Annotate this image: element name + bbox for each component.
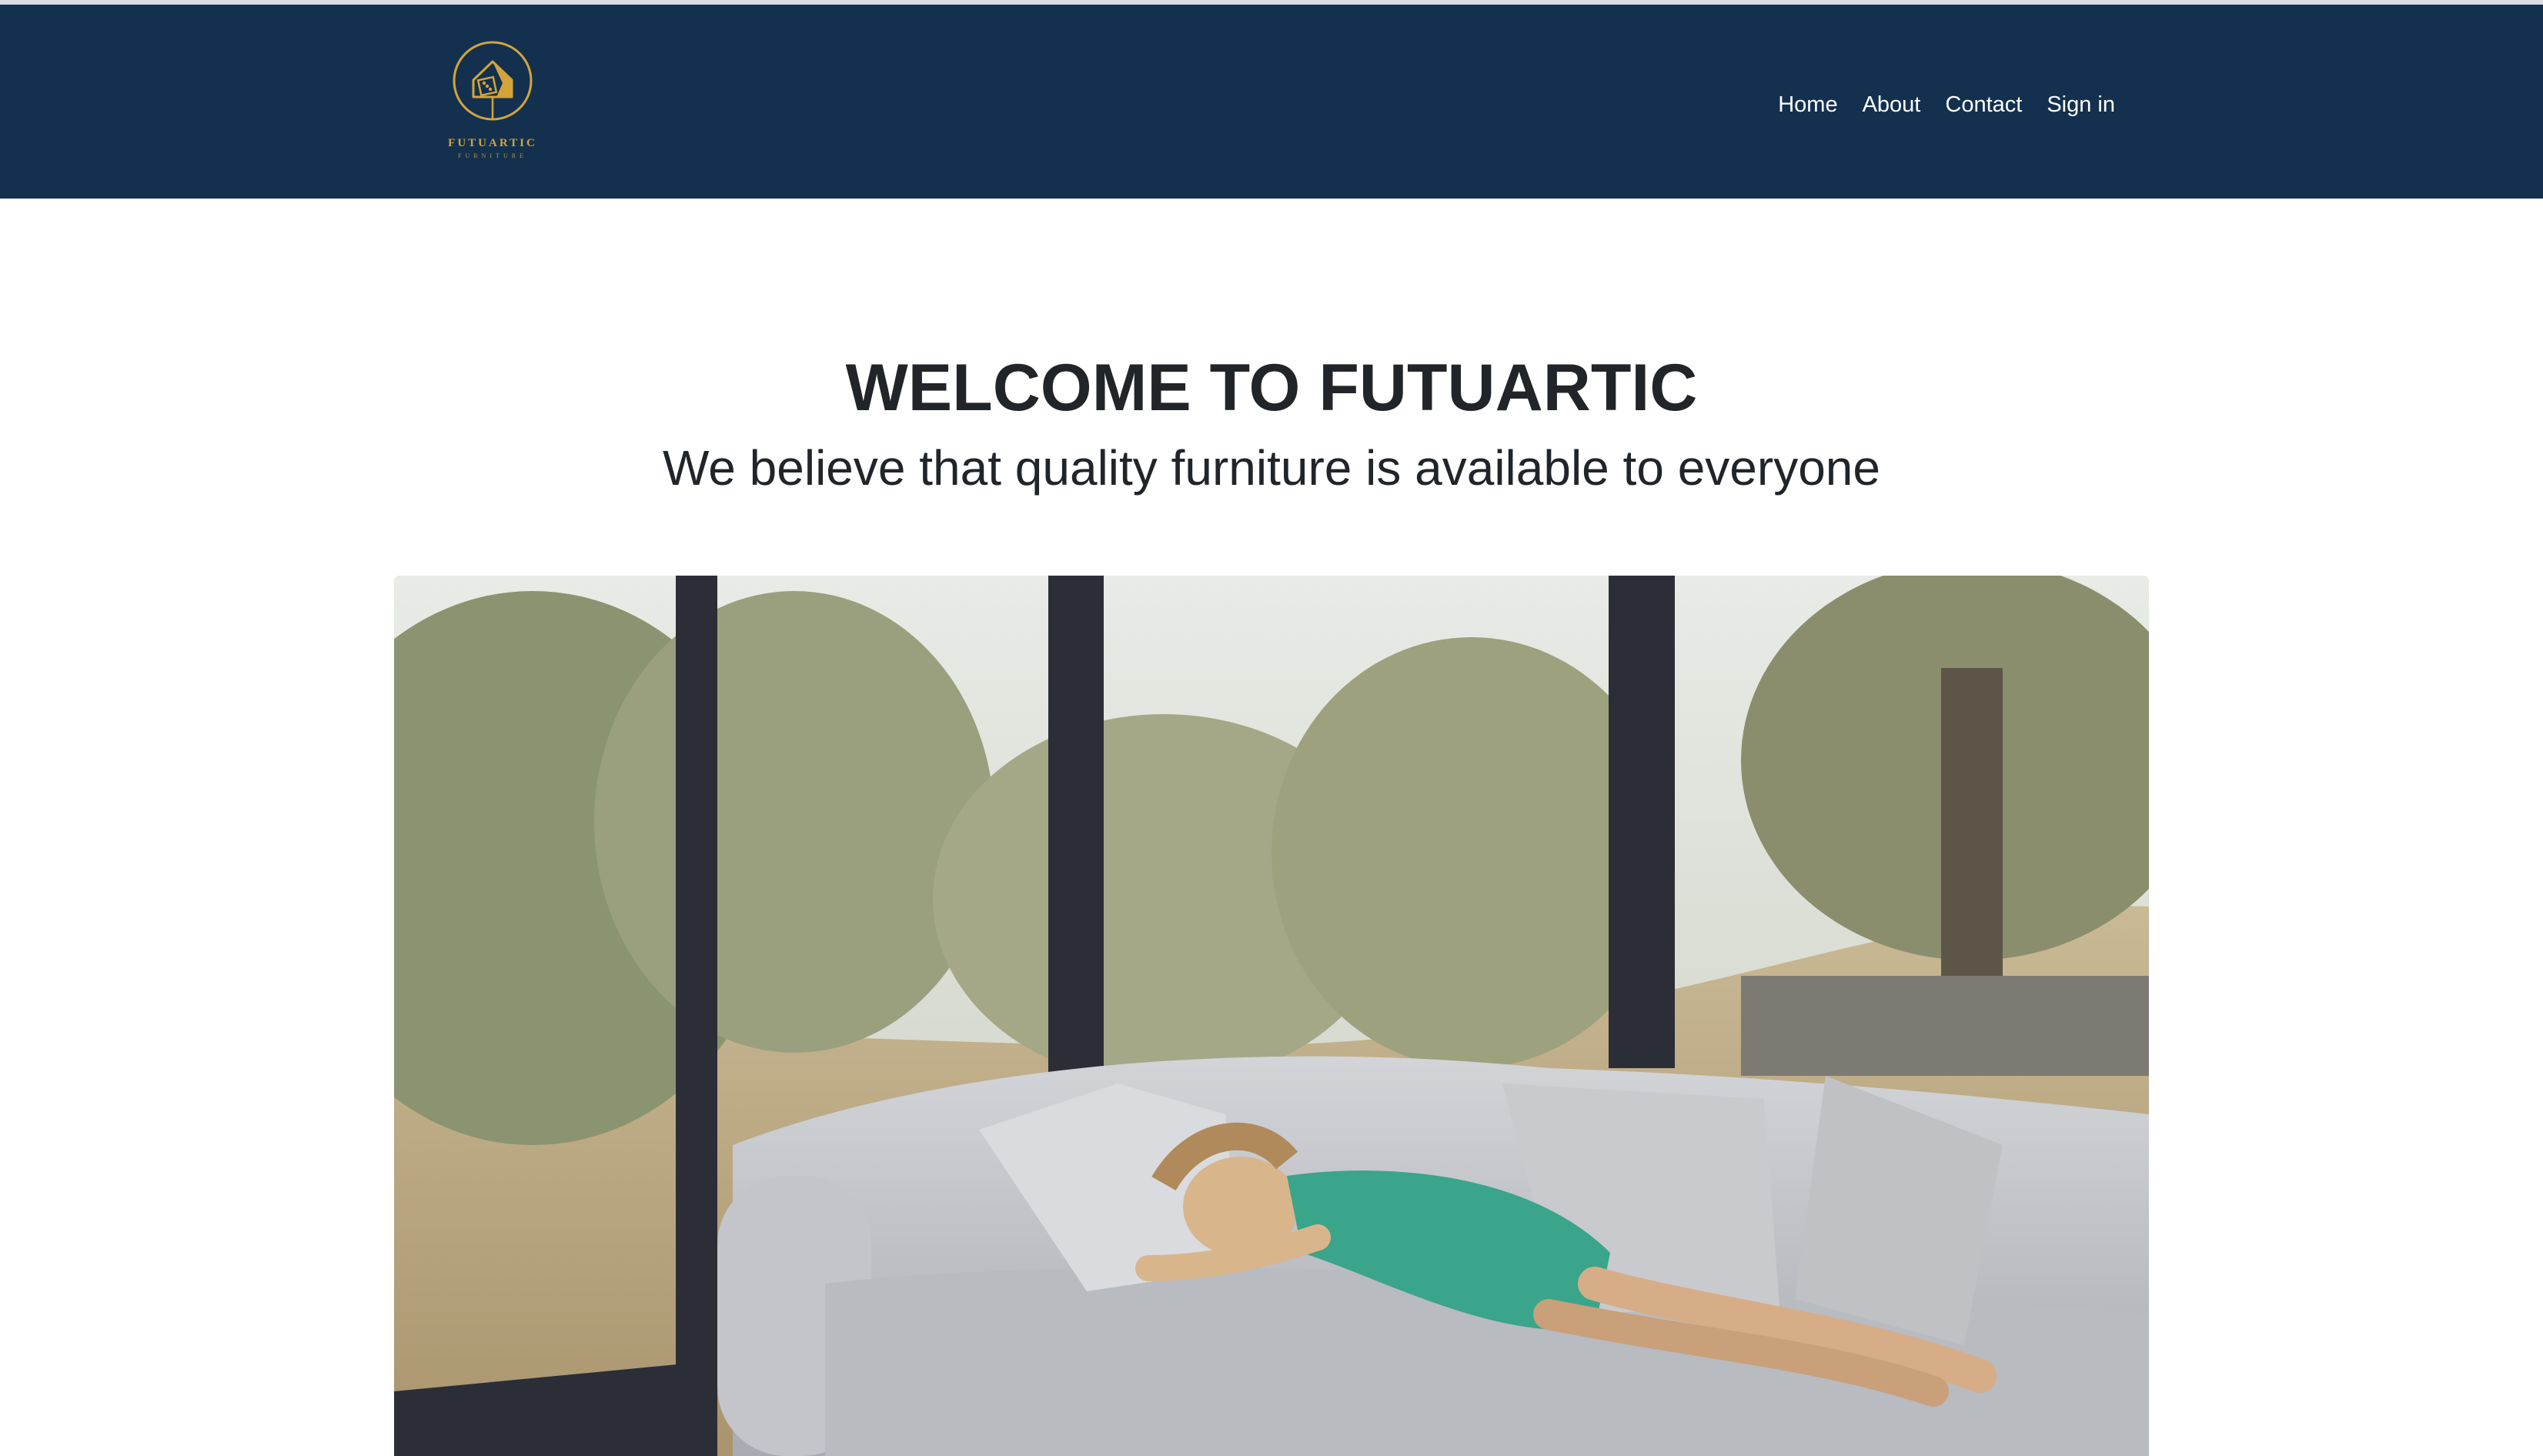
hero-title: WELCOME TO FUTUARTIC [845,351,1698,425]
navbar: FUTUARTIC FURNITURE Home About Contact S… [0,5,2543,199]
nav-link-sign-in[interactable]: Sign in [2047,89,2115,120]
brand-logo[interactable]: FUTUARTIC FURNITURE [442,40,543,171]
woman-sleeping-on-sofa-photo [394,576,2149,1456]
nav-link-home[interactable]: Home [1778,89,1837,120]
hero-image [394,576,2149,1456]
brand-name: FUTUARTIC [448,137,537,149]
house-logo-icon [453,41,533,121]
nav-link-contact[interactable]: Contact [1945,89,2022,120]
nav-link-about[interactable]: About [1863,89,1921,120]
hero-subtitle: We believe that quality furniture is ava… [663,440,1880,496]
main-nav: Home About Contact Sign in [1778,89,2115,120]
brand-tagline: FURNITURE [458,152,527,159]
